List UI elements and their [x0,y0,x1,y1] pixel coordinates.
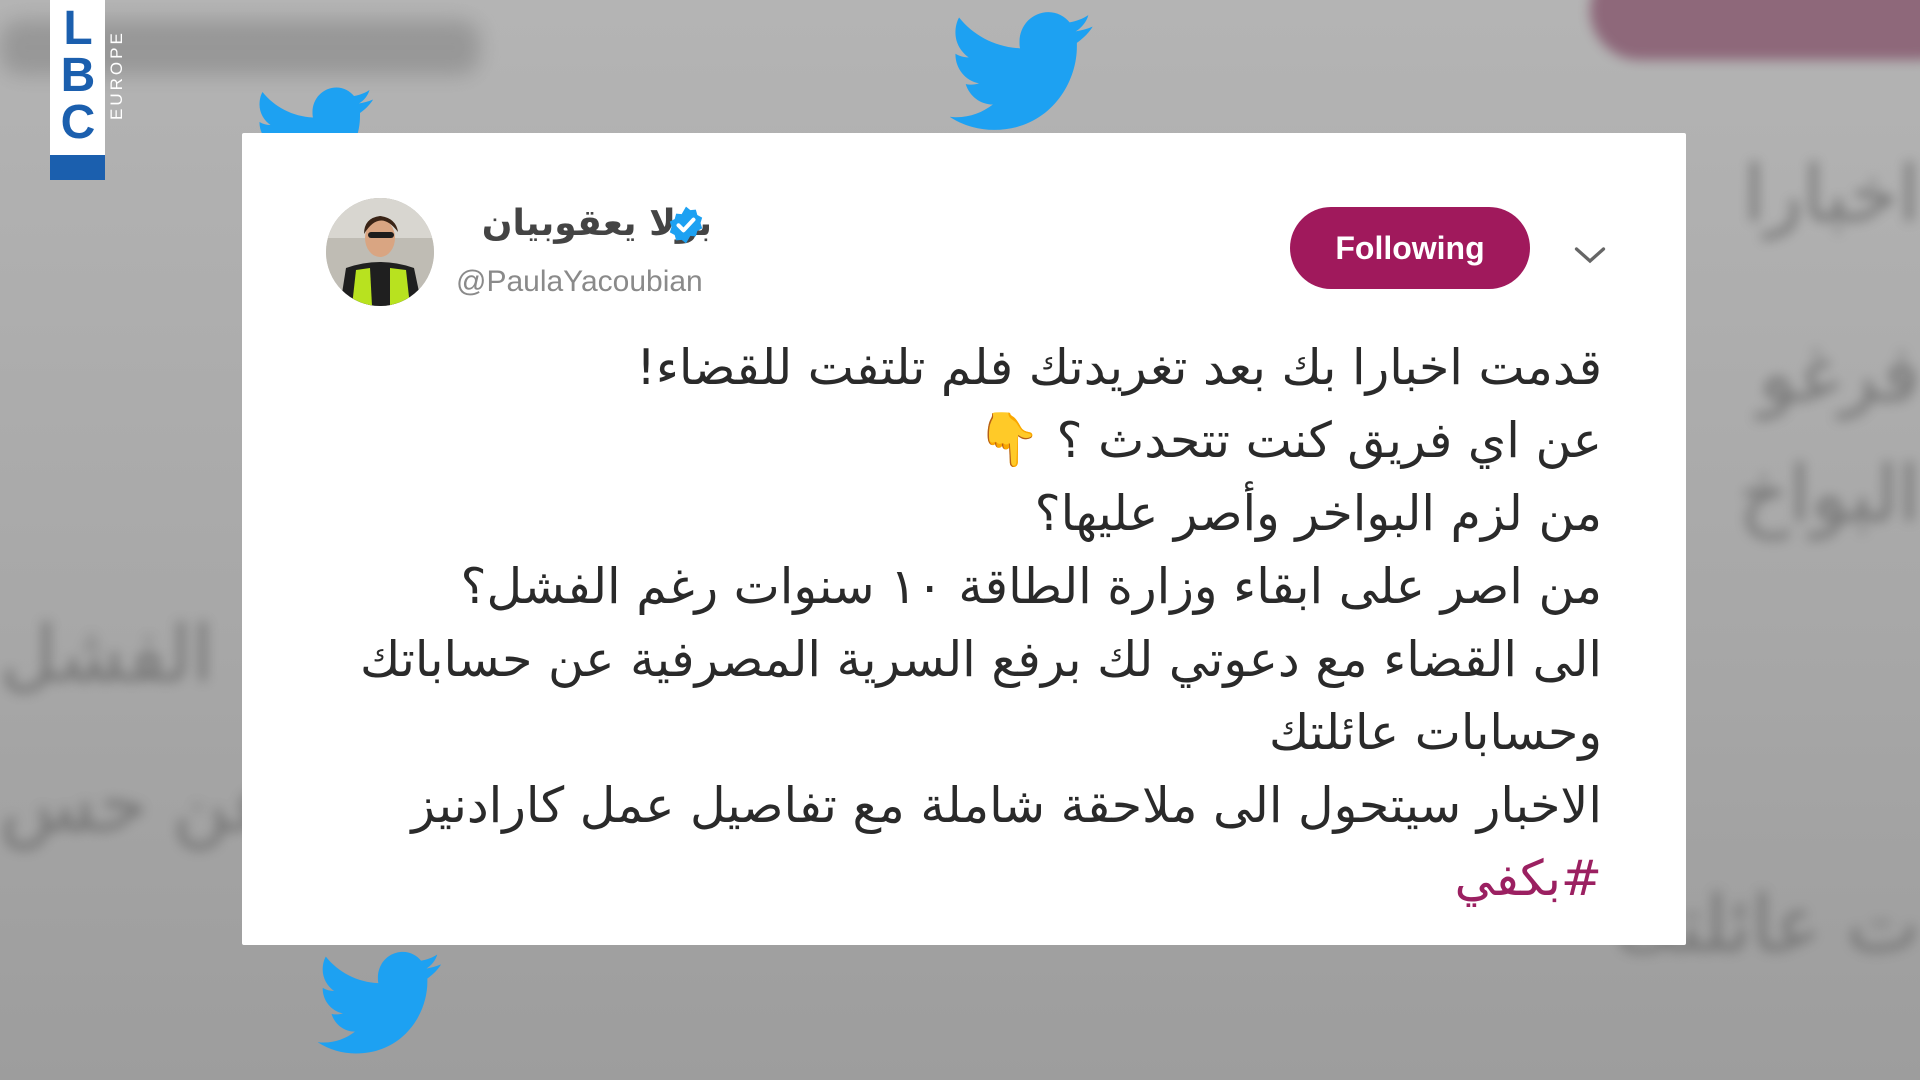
lbc-europe-logo: L B C EUROPE [50,0,132,180]
twitter-bird-icon [318,951,441,1054]
twitter-bird-icon [950,12,1093,130]
avatar[interactable] [326,198,434,306]
logo-stripe [50,155,105,180]
blurred-bg-line: البواخ [1738,450,1920,540]
logo-subtext: EUROPE [107,30,126,120]
hashtag-link[interactable]: #بكفي [302,842,1602,915]
logo-letter: C [60,96,96,149]
logo-letter: L [63,2,93,55]
following-button[interactable]: Following [1290,207,1530,289]
tweet-line-with-emoji: عن اي فريق كنت تتحدث ؟ 👇 [302,404,1602,477]
blurred-bg-line: عن حس [0,760,279,850]
tweet-line: قدمت اخبارا بك بعد تغريدتك فلم تلتفت للق… [636,339,1602,396]
tweet-card: بولا يعقوبيان @PaulaYacoubian Following … [242,133,1686,945]
user-handle[interactable]: @PaulaYacoubian [456,265,703,299]
blurred-bg-line: فرغو [1758,330,1920,420]
tweet-line: من لزم البواخر وأصر عليها؟ [1034,485,1602,542]
blurred-follow-pill [1590,0,1920,60]
tweet-line: عن اي فريق كنت تتحدث ؟ [1056,412,1602,469]
blurred-bg-line: اخبارا [1743,150,1920,240]
chevron-down-icon[interactable] [1572,241,1608,269]
blurred-bg-line: الفشل [0,610,214,700]
verified-badge-icon [669,206,703,244]
tweet-line: الاخبار سيتحول الى ملاحقة شاملة مع تفاصي… [411,777,1602,834]
tweet-text: قدمت اخبارا بك بعد تغريدتك فلم تلتفت للق… [302,331,1602,915]
profile-photo [326,198,434,306]
tweet-line: من اصر على ابقاء وزارة الطاقة ١٠ سنوات ر… [460,558,1602,615]
pointing-down-hand-icon: 👇 [976,410,1041,470]
tweet-line: وحسابات عائلتك [1269,704,1602,761]
logo-letter: B [60,49,96,102]
tweet-line: الى القضاء مع دعوتي لك برفع السرية المصر… [360,631,1602,688]
